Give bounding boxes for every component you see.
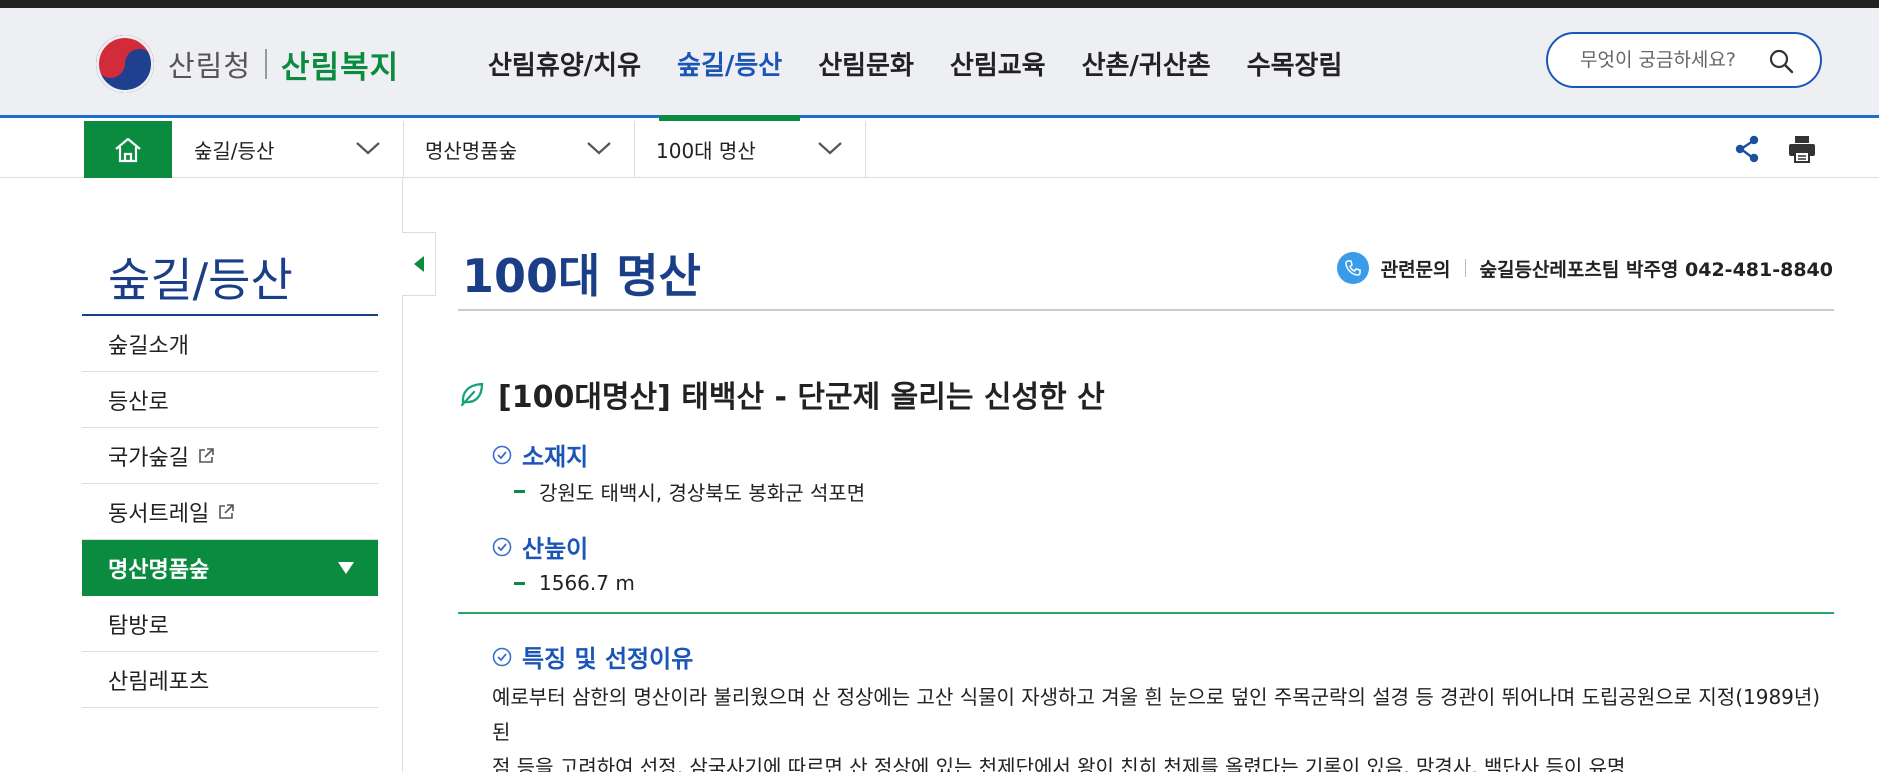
chevron-down-icon	[587, 142, 611, 155]
location-value: 강원도 태백시, 경상북도 봉화군 석포면	[539, 481, 866, 505]
external-link-icon	[199, 447, 214, 463]
breadcrumb-depth3[interactable]: 100대 명산	[634, 121, 866, 178]
sidebar-item-exploration-routes[interactable]: 탐방로	[82, 596, 378, 652]
height-heading: 산높이	[492, 529, 588, 564]
sidebar-item-label: 국가숲길	[108, 445, 189, 471]
features-line-1: 예로부터 삼한의 명산이라 불리웠으며 산 정상에는 고산 식물이 자생하고 겨…	[492, 685, 1821, 744]
height-item: 1566.7 m	[514, 571, 635, 595]
location-bar: 숲길/등산 명산명품숲 100대 명산	[0, 121, 1879, 178]
top-strip	[0, 0, 1879, 8]
height-value: 1566.7 m	[539, 571, 635, 595]
location-heading: 소재지	[492, 437, 588, 472]
bullet-dash	[514, 490, 525, 493]
sidebar-toggle-button[interactable]	[402, 232, 436, 296]
site-logo[interactable]: 산림청 산림복지	[96, 32, 399, 96]
sidebar-item-hiking-trails[interactable]: 등산로	[82, 372, 378, 428]
breadcrumb-depth1[interactable]: 숲길/등산	[172, 121, 404, 178]
sidebar-item-label: 탐방로	[108, 613, 169, 639]
breadcrumb-depth1-label: 숲길/등산	[194, 139, 275, 163]
features-heading-text: 특징 및 선정이유	[522, 645, 694, 673]
check-circle-icon	[492, 537, 512, 556]
gnb-item-trails-hiking[interactable]: 숲길/등산	[659, 8, 801, 121]
sidebar-item-forest-leisure[interactable]: 산림레포츠	[82, 652, 378, 708]
sidebar-title: 숲길/등산	[82, 178, 378, 316]
chevron-down-icon	[356, 142, 380, 155]
gnb-item-forest-recreation[interactable]: 산림휴양/치유	[470, 8, 659, 118]
sidebar-item-label: 명산명품숲	[108, 558, 210, 583]
sidebar-item-label: 산림레포츠	[108, 669, 210, 695]
phone-icon	[1336, 252, 1369, 284]
location-heading-text: 소재지	[522, 443, 589, 471]
contact-info: 관련문의 숲길등산레포츠팀 박주영 042-481-8840	[1336, 252, 1833, 284]
global-nav: 산림휴양/치유 숲길/등산 산림문화 산림교육 산촌/귀산촌 수목장림	[470, 8, 1361, 121]
sidebar-item-east-west-trail[interactable]: 동서트레일	[82, 484, 378, 540]
section-divider	[458, 612, 1834, 614]
page-title: 100대 명산	[462, 249, 701, 303]
sidebar-item-national-trails[interactable]: 국가숲길	[82, 428, 378, 484]
sidebar-item-label: 등산로	[108, 389, 169, 415]
breadcrumb-depth2-label: 명산명품숲	[425, 139, 517, 163]
sidebar-item-label: 숲길소개	[108, 333, 189, 359]
features-line-2: 점 등을 고려하여 선정, 삼국사기에 따르면 산 정상에 있는 천제단에서 왕…	[492, 755, 1626, 772]
search-icon[interactable]	[1768, 48, 1794, 74]
contact-divider	[1464, 259, 1466, 277]
gnb-item-tree-burial[interactable]: 수목장림	[1229, 8, 1361, 118]
section-title-text: [100대명산] 태백산 - 단군제 올리는 신성한 산	[498, 380, 1105, 415]
print-icon[interactable]	[1786, 133, 1818, 165]
org-name: 산림청	[168, 49, 252, 83]
home-button[interactable]	[84, 121, 172, 178]
sidebar-item-label: 동서트레일	[108, 501, 210, 527]
features-heading: 특징 및 선정이유	[492, 639, 693, 674]
external-link-icon	[219, 503, 235, 519]
section-title: [100대명산] 태백산 - 단군제 올리는 신성한 산	[458, 372, 1105, 416]
search-input[interactable]	[1580, 49, 1760, 71]
location-item: 강원도 태백시, 경상북도 봉화군 석포면	[514, 477, 865, 506]
sidebar-item-famous-mountains[interactable]: 명산명품숲	[82, 540, 378, 596]
check-circle-icon	[492, 445, 512, 464]
caret-down-icon	[338, 562, 354, 574]
search-box	[1546, 32, 1822, 88]
brand-name: 산림복지	[281, 49, 400, 86]
gnb-item-forest-education[interactable]: 산림교육	[932, 8, 1064, 118]
chevron-down-icon	[818, 142, 842, 155]
home-icon	[115, 137, 141, 162]
features-paragraph: 예로부터 삼한의 명산이라 불리웠으며 산 정상에는 고산 식물이 자생하고 겨…	[492, 680, 1832, 772]
contact-value: 숲길등산레포츠팀 박주영 042-481-8840	[1479, 258, 1833, 281]
chevron-left-icon	[413, 256, 424, 272]
bullet-dash	[514, 581, 525, 585]
breadcrumb-depth3-label: 100대 명산	[656, 139, 756, 163]
check-circle-icon	[492, 647, 512, 666]
gnb-item-forest-culture[interactable]: 산림문화	[800, 8, 932, 118]
contact-label: 관련문의	[1380, 258, 1451, 281]
left-sidebar: 숲길/등산 숲길소개 등산로 국가숲길 동서트레일 명산명품숲 탐방로 산림레포…	[82, 178, 378, 708]
breadcrumb-depth2[interactable]: 명산명품숲	[403, 121, 635, 178]
gnb-item-mountain-village[interactable]: 산촌/귀산촌	[1064, 8, 1229, 118]
title-divider	[458, 309, 1834, 311]
logo-divider	[265, 49, 268, 79]
leaf-icon	[460, 382, 484, 407]
government-emblem-icon	[96, 35, 154, 93]
sidebar-item-trail-intro[interactable]: 숲길소개	[82, 316, 378, 372]
share-icon[interactable]	[1732, 133, 1762, 165]
height-heading-text: 산높이	[522, 535, 589, 563]
